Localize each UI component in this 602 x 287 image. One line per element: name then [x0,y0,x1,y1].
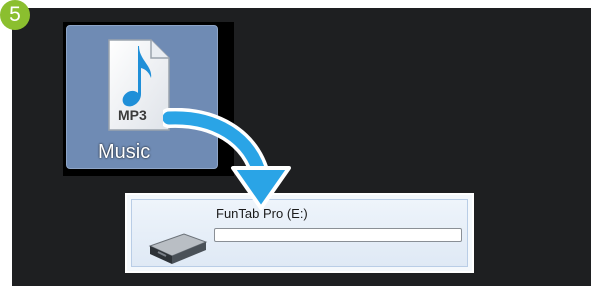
drag-arrow-icon [163,108,291,210]
removable-drive-icon [148,233,208,264]
tutorial-figure: 5 MP3 Music FunTab Pro (E:) [0,0,602,287]
file-type-label: MP3 [118,107,147,123]
drive-usage-bar [214,228,462,242]
step-number-badge: 5 [0,0,30,30]
